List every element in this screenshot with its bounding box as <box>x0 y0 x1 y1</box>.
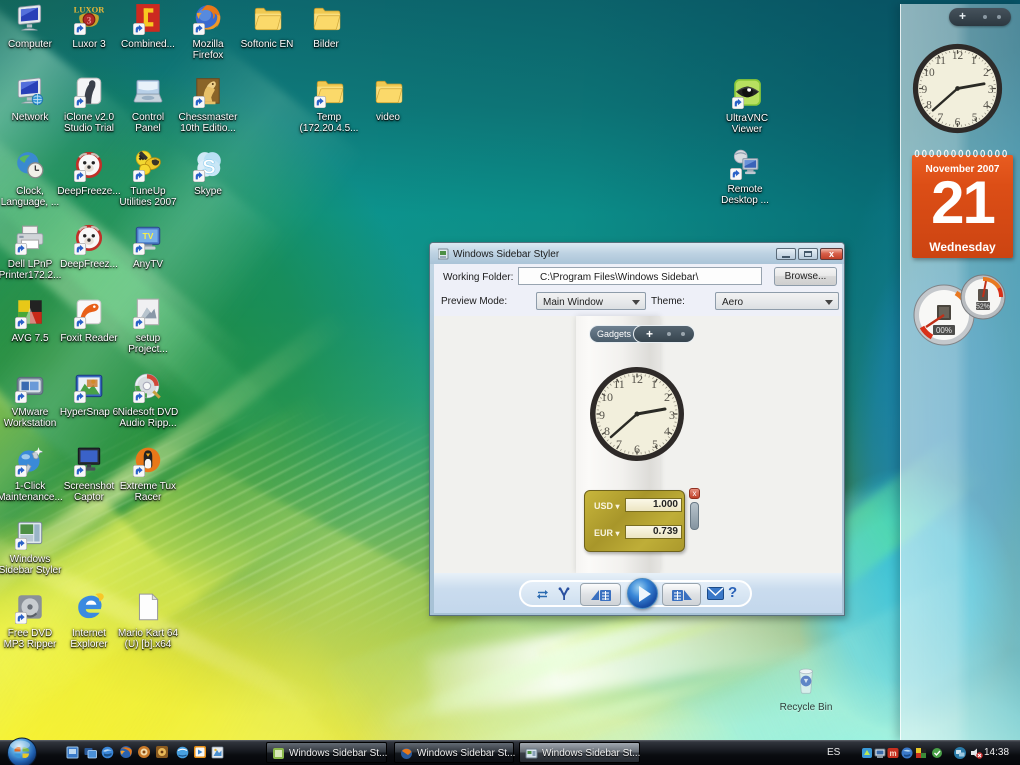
svg-text:7: 7 <box>938 112 944 124</box>
svg-text:12: 12 <box>952 50 964 62</box>
svg-text:3: 3 <box>87 15 92 26</box>
svg-text:LUXOR: LUXOR <box>74 5 104 15</box>
svg-text:11: 11 <box>613 377 625 391</box>
svg-text:1: 1 <box>651 377 657 391</box>
svg-text:1: 1 <box>971 55 977 67</box>
svg-text:3: 3 <box>988 84 994 96</box>
svg-text:6: 6 <box>634 442 640 456</box>
svg-text:5: 5 <box>652 437 658 451</box>
svg-text:4: 4 <box>664 424 670 438</box>
svg-text:52%: 52% <box>976 304 990 311</box>
svg-text:8: 8 <box>926 99 932 111</box>
svg-text:10: 10 <box>923 67 935 79</box>
svg-text:11: 11 <box>935 55 946 67</box>
svg-text:2: 2 <box>664 390 670 404</box>
svg-text:9: 9 <box>599 408 605 422</box>
svg-text:m: m <box>889 749 896 758</box>
svg-text:5: 5 <box>972 112 978 124</box>
svg-text:3: 3 <box>669 408 675 422</box>
svg-text:4: 4 <box>983 99 989 111</box>
svg-text:9: 9 <box>921 84 927 96</box>
svg-text:10: 10 <box>601 390 613 404</box>
svg-text:8: 8 <box>604 424 610 438</box>
svg-text:7: 7 <box>616 437 622 451</box>
svg-text:00%: 00% <box>936 326 952 335</box>
svg-text:12: 12 <box>631 372 643 386</box>
svg-text:6: 6 <box>955 117 961 129</box>
svg-text:TV: TV <box>143 231 154 241</box>
svg-text:2: 2 <box>983 67 989 79</box>
